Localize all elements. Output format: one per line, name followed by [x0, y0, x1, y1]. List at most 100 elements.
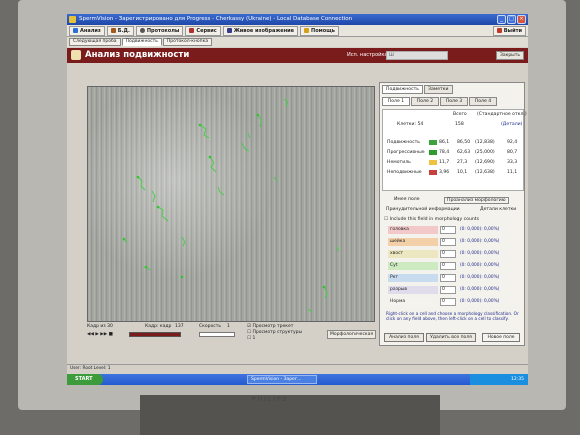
morph-stat: (0: 0,000): 0,00%) [460, 275, 500, 280]
track [241, 142, 250, 152]
morph-label[interactable]: головка [388, 226, 438, 234]
microscope-video[interactable] [87, 86, 375, 322]
tab-field-name[interactable]: Имея поле [394, 197, 420, 202]
tab-field-4[interactable]: Поле 4 [469, 97, 497, 106]
analyze-field-button[interactable]: Анализ поля [384, 333, 424, 342]
morph-count-input[interactable]: 0 [440, 274, 456, 282]
settings-select[interactable]: Ш [386, 51, 448, 60]
results-panel: Подвижность Заметки Поле 1 Поле 2 Поле 3… [379, 82, 527, 347]
row-progressive-paren: (25,000) [475, 150, 495, 155]
clock: 12:35 [470, 374, 528, 385]
tab-notes[interactable]: Заметки [424, 85, 453, 94]
forward-icon[interactable]: ▶▶ [100, 332, 107, 337]
search-icon [139, 28, 145, 33]
screen: SpermVision - Зарегистрировано для Progr… [67, 14, 528, 385]
morph-row-rkt: Ркт 0 (0: 0,000): 0,00%) [388, 273, 518, 283]
morph-stat: (0: 0,000): 0,00%) [460, 263, 500, 268]
menu-analysis[interactable]: Анализ [69, 25, 105, 36]
morph-label[interactable]: Норма [388, 298, 438, 306]
cells-label: Клетки: 54 [397, 122, 424, 127]
morph-count-input[interactable]: 0 [440, 262, 456, 270]
track [283, 98, 289, 108]
morph-label[interactable]: Ркт [388, 274, 438, 282]
window-title: SpermVision - Зарегистрировано для Progr… [79, 16, 353, 22]
start-button[interactable]: START [67, 374, 103, 385]
rewind-icon[interactable]: ◀◀ [87, 332, 94, 337]
morph-label[interactable]: разрыв [388, 286, 438, 294]
play-icon[interactable]: ▶ [95, 332, 98, 337]
track [335, 246, 340, 252]
include-field-checkbox[interactable]: ☐ Include this field in morphology count… [384, 217, 479, 222]
exit-button[interactable]: Выйти [492, 25, 526, 36]
row-progressive-label: Прогрессивные [387, 150, 425, 155]
tab-morphology[interactable]: Проанализ морфологию [444, 197, 509, 204]
summary-std: (Стандартное откл.) [477, 112, 527, 117]
sperm-tracks [122, 98, 340, 313]
track [247, 132, 251, 139]
taskbar-app-button[interactable]: SpermVision - Зарег... [247, 375, 317, 384]
checkbox-structure[interactable]: ☐ Просмотр структуры [247, 330, 302, 335]
delete-all-fields-button[interactable]: Удалить все поля [426, 333, 476, 342]
frames-value: 137 [175, 324, 184, 329]
tab-protocol[interactable]: Протокол-кнопка [162, 38, 213, 46]
morph-stat: (0: 0,000): 0,00%) [460, 251, 500, 256]
morph-row-tail: хвост 0 (0: 0,000): 0,00%) [388, 249, 518, 259]
stop-icon[interactable]: ■ [109, 332, 113, 337]
sperm-cell [156, 205, 160, 209]
speed-slider[interactable] [199, 332, 235, 337]
row-nonmotile-label: Немотиль [387, 160, 411, 165]
exit-icon [496, 28, 502, 33]
morph-count-input[interactable]: 0 [440, 298, 456, 306]
row-motility-label: Подвижность [387, 140, 420, 145]
close-window-button[interactable]: × [517, 15, 526, 24]
tab-motility-results[interactable]: Подвижность [382, 85, 423, 94]
row-immotile-pct: 3,96 [439, 170, 450, 175]
menu-database[interactable]: Б.Д. [106, 25, 134, 36]
track [307, 308, 313, 313]
morphology-section: Имея поле Проанализ морфологию Принудите… [382, 197, 524, 347]
checkbox-third[interactable]: ☐ 1 [247, 336, 255, 341]
sperm-cell [198, 123, 202, 127]
morph-count-input[interactable]: 0 [440, 286, 456, 294]
tab-field-3[interactable]: Поле 3 [440, 97, 468, 106]
row-progressive-right: 80,7 [507, 150, 518, 155]
row-motility-right: 92,4 [507, 140, 518, 145]
tab-field-2[interactable]: Поле 2 [411, 97, 439, 106]
tab-next-sample[interactable]: Следующая проба [69, 38, 121, 46]
new-field-button[interactable]: Новое поле [482, 333, 520, 342]
close-analysis-button[interactable]: Закрыть [496, 51, 524, 60]
morph-label[interactable]: Cyt [388, 262, 438, 270]
progress-slider[interactable] [129, 332, 181, 337]
morph-count-input[interactable]: 0 [440, 250, 456, 258]
window-titlebar: SpermVision - Зарегистрировано для Progr… [67, 14, 528, 25]
tab-field-1[interactable]: Поле 1 [382, 97, 410, 106]
tab-motility[interactable]: Подвижность [121, 38, 162, 46]
morph-label[interactable]: хвост [388, 250, 438, 258]
speed-value: 1 [227, 324, 230, 329]
page-title: Анализ подвижности [85, 50, 190, 60]
row-immotile-right: 11,1 [507, 170, 518, 175]
menu-protocols[interactable]: Протоколы [135, 25, 184, 36]
analysis-header: Анализ подвижности Исп. настройка: Ш Зак… [67, 48, 528, 63]
microscope-icon [71, 50, 81, 60]
results-tabs: Подвижность Заметки [382, 85, 453, 94]
morph-count-input[interactable]: 0 [440, 226, 456, 234]
maximize-button[interactable]: □ [507, 15, 516, 24]
morph-row-neck: шейка 0 (0: 0,000): 0,00%) [388, 237, 518, 247]
play-controls[interactable]: ◀◀ ▶ ▶▶ ■ [87, 332, 113, 337]
morphology-button[interactable]: Морфологическая [327, 330, 377, 339]
menu-help[interactable]: Помощь [300, 25, 339, 36]
checkbox-tracks[interactable]: ☑ Просмотр трекет [247, 324, 293, 329]
menu-service[interactable]: Сервис [185, 25, 221, 36]
minimize-button[interactable]: _ [497, 15, 506, 24]
details-link[interactable]: (Детали) [501, 122, 522, 127]
morph-row-normal: Норма 0 (0: 0,000): 0,00%) [388, 297, 518, 307]
menu-live-image[interactable]: Живое изображение [222, 25, 299, 36]
all-info-label: Принудительной информации [386, 207, 460, 212]
morph-stat: (0: 0,000): 0,00%) [460, 227, 500, 232]
field-tabs: Поле 1 Поле 2 Поле 3 Поле 4 [382, 97, 497, 106]
morph-label[interactable]: шейка [388, 238, 438, 246]
main-menu: Анализ Б.Д. Протоколы Сервис Живое изобр… [67, 25, 528, 37]
morph-count-input[interactable]: 0 [440, 238, 456, 246]
analysis-icon [73, 28, 78, 33]
